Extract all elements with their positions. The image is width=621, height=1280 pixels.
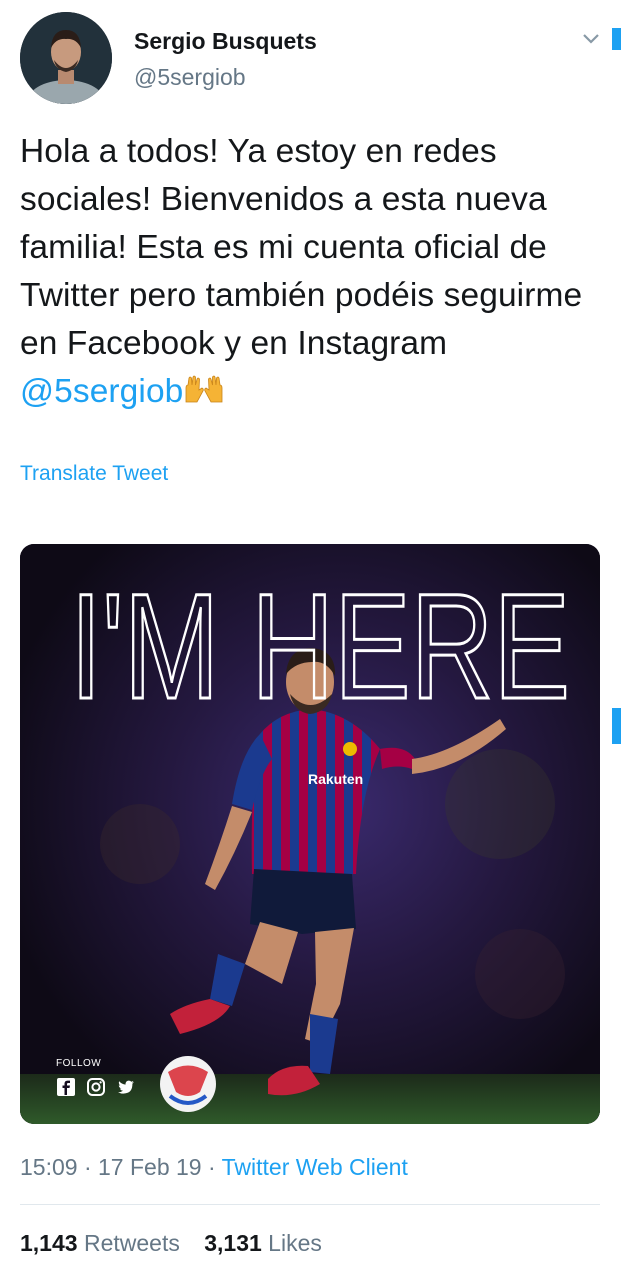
translate-tweet-link[interactable]: Translate Tweet [20, 462, 168, 486]
meta-separator: · [201, 1154, 222, 1180]
headline-graphic: I'M HERE [70, 570, 570, 710]
social-icons [56, 1077, 136, 1097]
tweet-time[interactable]: 15:09 [20, 1154, 78, 1180]
divider [20, 1204, 600, 1205]
likes-stat[interactable]: 3,131 Likes [204, 1230, 322, 1257]
follow-label: FOLLOW [56, 1058, 102, 1069]
twitter-icon [116, 1077, 136, 1097]
user-name[interactable]: Sergio Busquets [134, 28, 317, 55]
scroll-indicator [612, 28, 621, 50]
chevron-down-icon[interactable] [580, 28, 602, 50]
retweets-count: 1,143 [20, 1230, 78, 1256]
instagram-icon [86, 1077, 106, 1097]
likes-label: Likes [268, 1230, 322, 1256]
mention-link[interactable]: @5sergiob [20, 373, 183, 410]
tweet-meta: 15:09 · 17 Feb 19 · Twitter Web Client [20, 1154, 408, 1181]
tweet-media-image[interactable]: Rakuten I'M HERE FOLLOW [20, 544, 600, 1124]
jersey-sponsor-text: Rakuten [308, 771, 363, 787]
scroll-indicator [612, 708, 621, 744]
likes-count: 3,131 [204, 1230, 262, 1256]
tweet-client-link[interactable]: Twitter Web Client [222, 1154, 408, 1180]
user-handle[interactable]: @5sergiob [134, 64, 246, 91]
retweets-stat[interactable]: 1,143 Retweets [20, 1230, 180, 1257]
tweet-stats: 1,143 Retweets 3,131 Likes [20, 1230, 340, 1257]
meta-separator: · [77, 1154, 99, 1180]
tweet-body: Hola a todos! Ya estoy en redes sociales… [20, 133, 583, 362]
headline-text: I'M HERE [70, 570, 570, 710]
facebook-icon [56, 1077, 76, 1097]
tweet-text: Hola a todos! Ya estoy en redes sociales… [20, 128, 600, 416]
tweet-date[interactable]: 17 Feb 19 [98, 1154, 202, 1180]
tweet-header: Sergio Busquets @5sergiob [20, 10, 600, 105]
raising-hands-emoji-icon [183, 372, 225, 404]
avatar[interactable] [20, 12, 112, 104]
retweets-label: Retweets [83, 1230, 180, 1256]
